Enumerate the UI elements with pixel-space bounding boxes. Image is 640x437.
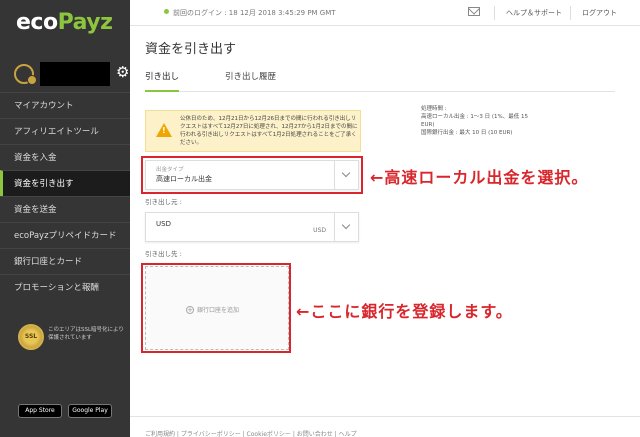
- sidebar-nav: マイアカウント アフィリエイトツール 資金を入金 資金を引き出す 資金を送金 e…: [0, 92, 130, 300]
- annotation-box-add-bank: [141, 263, 291, 353]
- processing-line-1: 高速ローカル出金 : 1〜3 日 (1%、最低 15 EUR): [421, 114, 528, 128]
- tab-withdraw[interactable]: 引き出し: [145, 70, 180, 92]
- footer-links[interactable]: ご利用規約 | プライバシーポリシー | Cookieポリシー | お問い合わせ…: [145, 429, 357, 437]
- ecopayz-logo[interactable]: ecoPayz: [16, 10, 113, 35]
- divider: [494, 6, 495, 20]
- warning-icon: [156, 123, 172, 137]
- user-row: ⚙: [14, 62, 129, 86]
- ssl-badge-icon: SSL: [18, 324, 44, 350]
- chevron-down-icon[interactable]: [334, 213, 358, 241]
- annotation-box-withdraw-type: [141, 156, 363, 194]
- sidebar: ecoPayz ⚙ マイアカウント アフィリエイトツール 資金を入金 資金を引き…: [0, 0, 130, 437]
- sidebar-item-withdraw[interactable]: 資金を引き出す: [0, 170, 130, 196]
- to-label: 引き出し先 :: [145, 250, 182, 258]
- sidebar-item-transfer[interactable]: 資金を送金: [0, 196, 130, 222]
- warning-text: 公休日のため、12月21日から12月26日までの間に行われる引き出しリクエストは…: [180, 116, 358, 146]
- sidebar-item-deposit[interactable]: 資金を入金: [0, 144, 130, 170]
- app-store-button[interactable]: App Store: [18, 404, 62, 418]
- sidebar-item-affiliate-tools[interactable]: アフィリエイトツール: [0, 118, 130, 144]
- sidebar-item-my-account[interactable]: マイアカウント: [0, 92, 130, 118]
- footer-divider: [130, 416, 640, 417]
- sidebar-item-prepaid-card[interactable]: ecoPayzプリペイドカード: [0, 222, 130, 248]
- sidebar-item-bank-cards[interactable]: 銀行口座とカード: [0, 248, 130, 274]
- help-support-link[interactable]: ヘルプ＆サポート: [506, 8, 562, 18]
- from-account-value: USD: [156, 220, 171, 228]
- logout-link[interactable]: ログアウト: [582, 8, 617, 18]
- from-account-select[interactable]: USD USD: [145, 212, 359, 242]
- processing-title: 処理時間 :: [421, 106, 447, 112]
- from-account-currency: USD: [313, 227, 326, 234]
- processing-info: 処理時間 : 高速ローカル出金 : 1〜3 日 (1%、最低 15 EUR) 国…: [421, 105, 541, 137]
- divider: [570, 6, 571, 20]
- user-icon[interactable]: [14, 64, 37, 85]
- mail-icon[interactable]: [468, 7, 480, 16]
- tabs: 引き出し 引き出し履歴: [145, 68, 615, 92]
- google-play-button[interactable]: Google Play: [68, 404, 112, 418]
- annotation-register-note: ←ここに銀行を登録します。: [296, 302, 513, 321]
- holiday-warning: 公休日のため、12月21日から12月26日までの間に行われる引き出しリクエストは…: [145, 110, 361, 152]
- gear-icon[interactable]: ⚙: [116, 65, 129, 80]
- tab-withdraw-history[interactable]: 引き出し履歴: [225, 70, 276, 82]
- topbar: 前回のログイン : 18 12月 2018 3:45:29 PM GMT ヘルプ…: [130, 0, 640, 26]
- ssl-text: このエリアはSSL暗号化により保護されています: [48, 327, 124, 341]
- page-title: 資金を引き出す: [145, 42, 237, 57]
- last-login: 前回のログイン : 18 12月 2018 3:45:29 PM GMT: [164, 8, 336, 18]
- processing-line-2: 国際銀行出金 : 最大 10 日 (10 EUR): [421, 130, 513, 136]
- ssl-notice: SSL このエリアはSSL暗号化により保護されています: [18, 322, 124, 356]
- from-label: 引き出し元 :: [145, 198, 182, 206]
- status-dot-icon: [164, 9, 169, 14]
- sidebar-item-promotions[interactable]: プロモーションと報酬: [0, 274, 130, 300]
- redacted-username: [40, 62, 110, 86]
- annotation-select-note: ←高速ローカル出金を選択。: [370, 168, 589, 187]
